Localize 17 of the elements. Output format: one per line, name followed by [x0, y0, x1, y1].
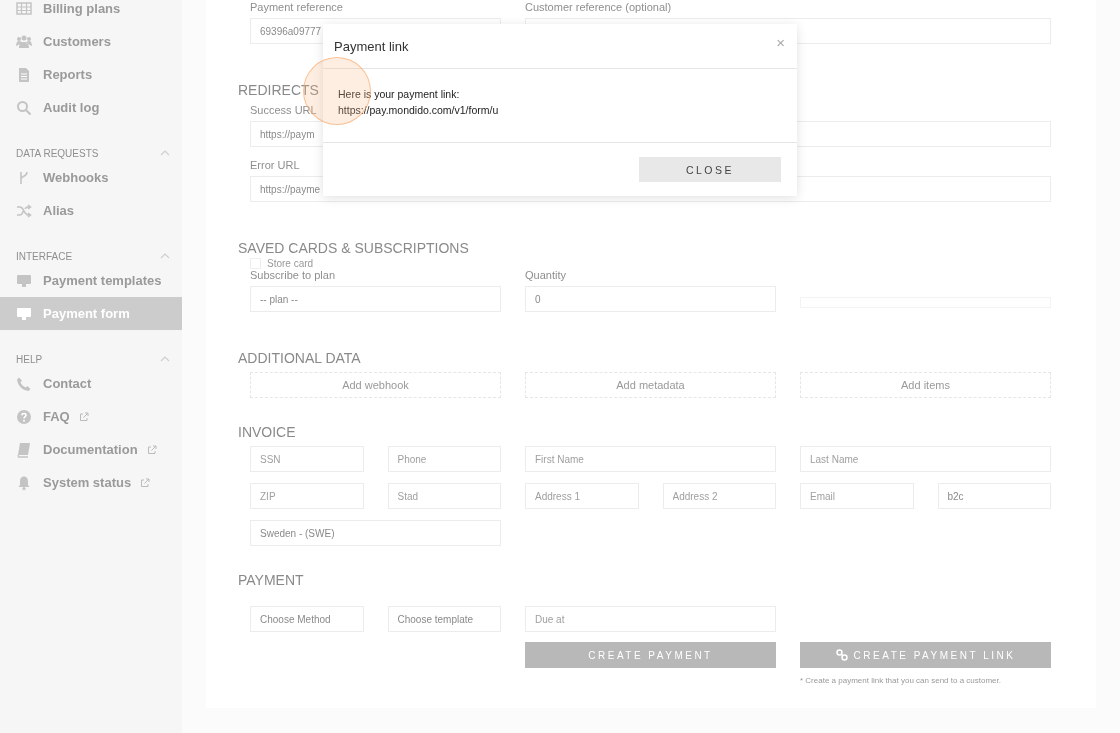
dialog-text: https://pay.mondido.com/v1/form/u [338, 103, 500, 118]
checkbox-label: Store card [267, 258, 314, 269]
field-label: Customer reference (optional) [525, 1, 672, 14]
section-heading: DATA REQUESTS [16, 147, 99, 159]
field-label: Subscribe to plan [250, 269, 335, 282]
field-label: Error URL [250, 159, 300, 172]
section-heading: INTERFACE [16, 250, 73, 262]
section-heading: PAYMENT [238, 572, 304, 588]
hint-text: * Create a payment link that you can send to a customer. [800, 676, 1001, 685]
dialog-title: Payment link [334, 38, 409, 54]
section-heading: SAVED CARDS & SUBSCRIPTIONS [238, 240, 469, 256]
field-label: Quantity [525, 269, 566, 282]
section-heading: INVOICE [238, 424, 296, 440]
field-label: Payment reference [250, 1, 343, 14]
section-heading: ADDITIONAL DATA [238, 350, 361, 366]
dialog-text: Here is your payment link: [338, 87, 461, 102]
section-heading: HELP [16, 353, 43, 365]
